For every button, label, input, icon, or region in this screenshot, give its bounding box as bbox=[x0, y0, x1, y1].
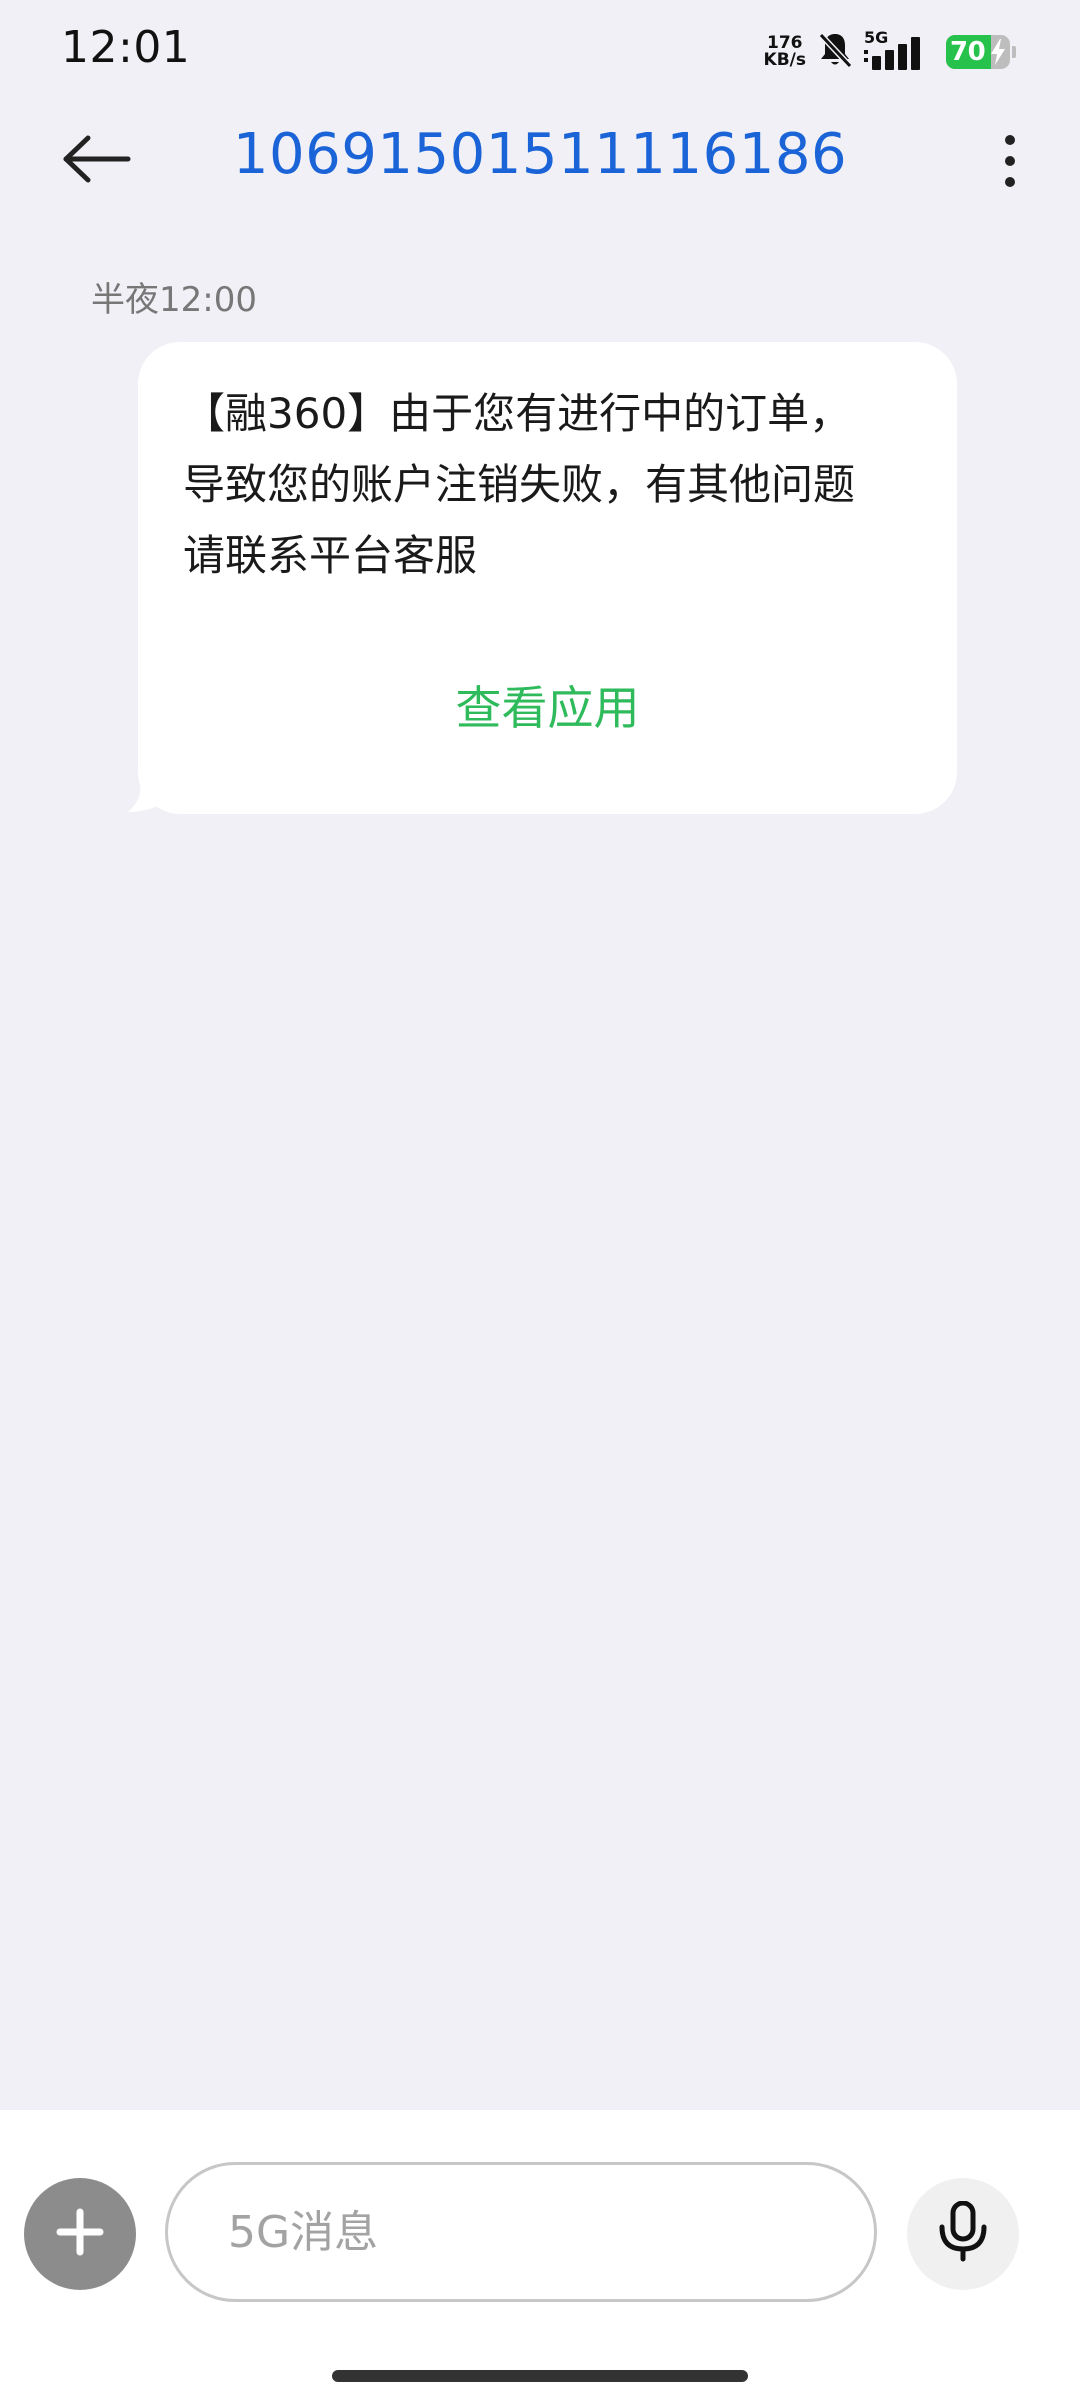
message-bubble[interactable]: 【融360】由于您有进行中的订单， 导致您的账户注销失败，有其他问题 请联系平台… bbox=[138, 342, 957, 814]
more-vertical-icon bbox=[1003, 133, 1017, 193]
message-text: 【融360】由于您有进行中的订单， 导致您的账户注销失败，有其他问题 请联系平台… bbox=[183, 378, 923, 591]
charging-bolt-icon bbox=[990, 39, 1006, 69]
home-indicator[interactable] bbox=[332, 2370, 748, 2382]
microphone-icon bbox=[937, 2200, 989, 2267]
add-attachment-button[interactable] bbox=[24, 2178, 136, 2290]
message-line: 导致您的账户注销失败，有其他问题 bbox=[183, 460, 856, 509]
message-timestamp: 半夜12:00 bbox=[91, 280, 257, 320]
battery-level: 70 bbox=[950, 37, 986, 67]
status-icons: 176 KB/s 5G 70 bbox=[764, 28, 1016, 74]
compose-bar bbox=[0, 2110, 1080, 2400]
network-speed-unit: KB/s bbox=[763, 50, 806, 70]
voice-input-button[interactable] bbox=[907, 2178, 1019, 2290]
plus-icon bbox=[56, 2208, 104, 2260]
message-line: 【融360】由于您有进行中的订单， bbox=[183, 389, 852, 438]
conversation-header: 10691501511116186 bbox=[0, 110, 1080, 210]
message-input[interactable] bbox=[165, 2162, 877, 2302]
view-app-link[interactable]: 查看应用 bbox=[138, 672, 957, 738]
network-speed: 176 KB/s bbox=[764, 35, 806, 69]
contact-number[interactable]: 10691501511116186 bbox=[0, 122, 1080, 187]
more-options-button[interactable] bbox=[980, 128, 1040, 198]
network-type-label: 5G bbox=[864, 28, 889, 47]
battery-nub bbox=[1012, 46, 1016, 58]
signal-icon: 5G bbox=[864, 28, 932, 72]
battery-icon: 70 bbox=[946, 35, 1010, 69]
bell-muted-icon bbox=[816, 30, 854, 74]
message-line: 请联系平台客服 bbox=[183, 531, 478, 580]
status-bar: 12:01 176 KB/s 5G 70 bbox=[0, 0, 1080, 110]
status-time: 12:01 bbox=[61, 22, 191, 73]
